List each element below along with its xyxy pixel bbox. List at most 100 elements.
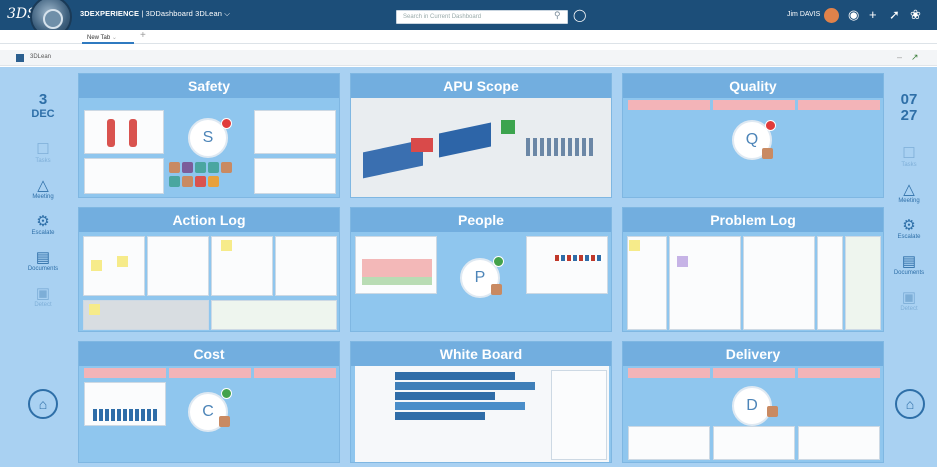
tile-quality[interactable]: Quality Q — [622, 73, 884, 198]
avatar-letter: S — [202, 129, 214, 146]
share-icon[interactable]: ➚ — [889, 7, 900, 23]
search-input[interactable]: Search in Current Dashboard — [396, 10, 568, 24]
face-icon — [767, 406, 778, 417]
tile-title: People — [351, 208, 611, 232]
delivery-layout-panel — [713, 426, 795, 460]
left-item-meeting[interactable]: △ Meeting — [4, 177, 82, 201]
task-icon: ☐ — [902, 145, 916, 162]
dashboard-subbar: 3DLean – ↗ — [0, 50, 937, 66]
face-icon — [195, 162, 206, 173]
right-date-day: 27 — [900, 107, 918, 124]
app-title-bold: 3DEXPERIENCE — [80, 9, 140, 18]
tab-new[interactable]: New Tab ⌄ — [82, 32, 134, 44]
kanban-column — [275, 236, 337, 296]
meeting-icon: △ — [37, 177, 49, 194]
expand-icon[interactable]: ↗ — [911, 52, 919, 63]
body-figure-icon — [107, 119, 115, 147]
tile-apu-scope[interactable]: APU Scope — [350, 73, 612, 198]
people-chart-panel — [355, 236, 437, 294]
tile-title: White Board — [351, 342, 611, 366]
tab-bar: New Tab ⌄ + — [0, 30, 937, 44]
sticky-note[interactable] — [677, 256, 688, 267]
right-date-month: 07 — [900, 91, 918, 108]
user-name[interactable]: Jim DAVIS — [787, 11, 820, 18]
tile-delivery[interactable]: Delivery D — [622, 341, 884, 463]
avatar-letter: C — [202, 403, 214, 420]
detect-icon: ▣ — [901, 289, 917, 306]
left-item-label: Meeting — [32, 194, 54, 200]
dashboard-canvas: 3 DEC ☐ Tasks △ Meeting ⚙ Escalate ▤ Documen… — [0, 67, 937, 467]
chevron-down-icon[interactable]: ⌵ — [224, 9, 230, 18]
face-icon — [221, 162, 232, 173]
minimize-icon[interactable]: – — [897, 52, 902, 62]
add-tab-icon[interactable]: + — [140, 30, 146, 41]
online-icon — [493, 256, 504, 267]
search-icon[interactable]: ⚲ — [554, 10, 561, 21]
face-icon — [208, 176, 219, 187]
people-status-panel — [526, 236, 608, 294]
left-item-escalate[interactable]: ⚙ Escalate — [4, 214, 82, 237]
left-item-tasks[interactable]: ☐ Tasks — [4, 142, 82, 165]
sticky-note[interactable] — [91, 260, 102, 271]
kanban-column — [147, 236, 209, 296]
right-panel: 07 27 ☐ Tasks △ Meeting ⚙ Escalate ▤ Documen… — [881, 67, 937, 467]
avatar-letter: D — [746, 397, 758, 414]
sticky-note[interactable] — [117, 256, 128, 267]
kanban-column — [845, 236, 881, 330]
sticky-note[interactable] — [629, 240, 640, 251]
status-marker — [501, 120, 515, 134]
kanban-column — [669, 236, 741, 330]
gantt-board[interactable] — [355, 366, 609, 462]
machine-block — [439, 122, 491, 158]
left-item-label: Tasks — [35, 158, 51, 164]
sticky-note[interactable] — [221, 240, 232, 251]
left-item-label: Detect — [34, 302, 52, 308]
app-title[interactable]: 3DEXPERIENCE | 3DDashboard 3DLean ⌵ — [80, 9, 230, 19]
cost-chart-panel — [84, 382, 166, 426]
apu-3d-view[interactable] — [351, 98, 611, 197]
detect-icon: ▣ — [35, 285, 51, 302]
left-item-documents[interactable]: ▤ Documents — [4, 250, 82, 273]
tile-problem-log[interactable]: Problem Log — [622, 207, 884, 332]
apps-icon[interactable]: ❀ — [910, 7, 921, 23]
gantt-bar — [395, 412, 485, 420]
tile-action-log[interactable]: Action Log — [78, 207, 340, 332]
status-bar — [169, 368, 251, 378]
tile-people[interactable]: People P — [350, 207, 612, 332]
notification-icon[interactable]: ◉ — [848, 7, 859, 23]
gantt-bar — [395, 372, 515, 380]
delivery-avatar[interactable]: D — [732, 386, 772, 426]
right-item-tasks[interactable]: ☐ Tasks — [881, 145, 937, 169]
status-bar — [628, 368, 710, 378]
face-icon — [169, 162, 180, 173]
left-panel: 3 DEC ☐ Tasks △ Meeting ⚙ Escalate ▤ Documen… — [4, 67, 82, 467]
calendar-panel — [84, 158, 164, 194]
home-button[interactable]: ⌂ — [28, 389, 58, 419]
right-item-label: Detect — [900, 306, 918, 312]
body-figure-icon — [129, 119, 137, 147]
home-button[interactable]: ⌂ — [895, 389, 925, 419]
tile-title: Delivery — [623, 342, 883, 366]
right-item-label: Escalate — [897, 234, 921, 240]
safety-network-panel — [254, 158, 336, 194]
right-item-documents[interactable]: ▤ Documents — [881, 254, 937, 277]
tile-safety[interactable]: Safety S — [78, 73, 340, 198]
status-bar — [713, 100, 795, 110]
status-bar — [628, 100, 710, 110]
left-date-day: 3 — [38, 91, 48, 108]
team-faces — [169, 160, 249, 196]
left-item-detect[interactable]: ▣ Detect — [4, 285, 82, 309]
right-item-meeting[interactable]: △ Meeting — [881, 182, 937, 205]
tile-title: Quality — [623, 74, 883, 98]
dashboard-label: 3DLean — [30, 54, 52, 60]
tile-white-board[interactable]: White Board — [350, 341, 612, 463]
avatar[interactable] — [824, 8, 839, 23]
tag-icon[interactable]: ◯ — [573, 8, 586, 22]
sticky-note[interactable] — [89, 304, 100, 315]
alert-icon — [221, 118, 232, 129]
right-item-detect[interactable]: ▣ Detect — [881, 289, 937, 313]
tile-cost[interactable]: Cost C — [78, 341, 340, 463]
chevron-down-icon[interactable]: ⌄ — [112, 35, 117, 41]
right-item-escalate[interactable]: ⚙ Escalate — [881, 218, 937, 241]
add-icon[interactable]: + — [869, 7, 877, 22]
